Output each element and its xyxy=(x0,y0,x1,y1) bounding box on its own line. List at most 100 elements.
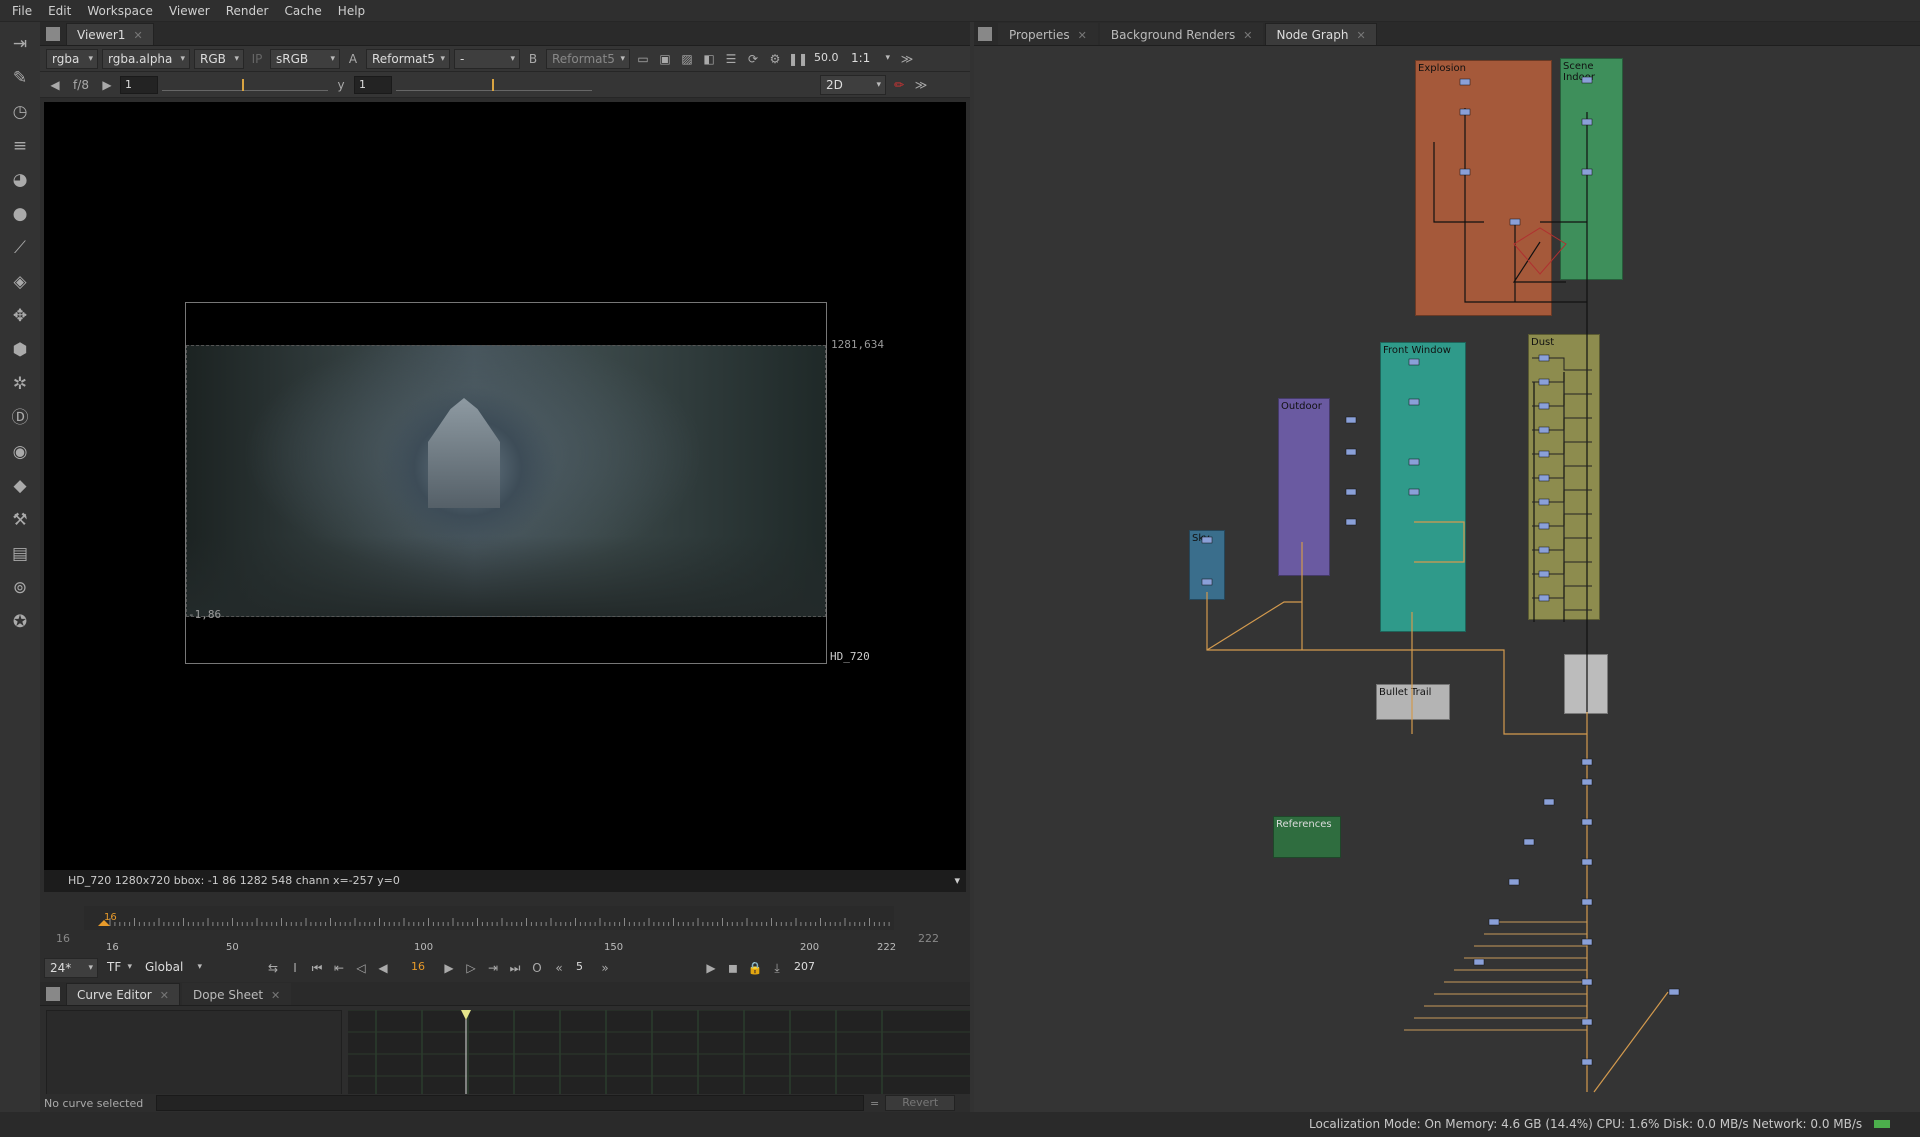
nuke-logo-icon[interactable]: ✪ xyxy=(8,610,32,634)
tab-curve-editor[interactable]: Curve Editor ✕ xyxy=(66,983,180,1005)
lut-dropdown[interactable]: sRGB xyxy=(270,48,340,69)
expand2-icon[interactable]: ≫ xyxy=(912,76,930,94)
flipbook-icon[interactable]: ▶ xyxy=(702,959,720,977)
list-icon[interactable]: ☰ xyxy=(722,50,740,68)
views-icon[interactable]: ◉ xyxy=(8,440,32,464)
draw-icon[interactable]: ✎ xyxy=(8,66,32,90)
scatter-node[interactable] xyxy=(1513,227,1567,275)
loop-icon[interactable]: ⇆ xyxy=(264,959,282,977)
next-keyframe-icon[interactable]: ⇥ xyxy=(484,959,502,977)
pause-icon[interactable]: ❚❚ xyxy=(788,50,808,68)
menu-help[interactable]: Help xyxy=(330,4,373,18)
menu-cache[interactable]: Cache xyxy=(276,4,329,18)
play-backward-icon[interactable]: ◀ xyxy=(374,959,392,977)
fstop-left-icon[interactable]: ◀ xyxy=(46,76,64,94)
tab-dope-sheet[interactable]: Dope Sheet ✕ xyxy=(181,983,292,1005)
blend-dropdown[interactable]: - xyxy=(454,48,520,69)
gamma-slider-handle[interactable] xyxy=(492,78,494,91)
timeline-start[interactable]: 16 xyxy=(56,932,70,945)
gamma-field[interactable]: 1 xyxy=(354,75,392,94)
prev-frame-icon[interactable]: ◁ xyxy=(352,959,370,977)
tab-viewer1[interactable]: Viewer1 ✕ xyxy=(66,23,154,45)
ip-toggle[interactable]: IP xyxy=(248,50,266,68)
ratio-dropdown[interactable]: 1:1 xyxy=(846,49,894,69)
region-icon[interactable]: ▣ xyxy=(656,50,674,68)
particles-icon[interactable]: ✲ xyxy=(8,372,32,396)
next-frame-icon[interactable]: ▷ xyxy=(462,959,480,977)
image-icon[interactable]: ⇥ xyxy=(8,32,32,56)
filter-icon[interactable]: ● xyxy=(8,202,32,226)
other-icon[interactable]: ▤ xyxy=(8,542,32,566)
paint-icon[interactable]: ✏ xyxy=(890,76,908,94)
node xyxy=(1523,838,1535,846)
lock-icon[interactable]: 🔒 xyxy=(746,959,764,977)
menu-viewer[interactable]: Viewer xyxy=(161,4,218,18)
gain-field[interactable]: 1 xyxy=(120,75,158,94)
menu-edit[interactable]: Edit xyxy=(40,4,79,18)
last-frame-field[interactable]: 207 xyxy=(790,959,830,977)
furnace-icon[interactable]: ⊚ xyxy=(8,576,32,600)
channels-dropdown[interactable]: rgba xyxy=(46,48,98,69)
export-icon[interactable]: ⤓ xyxy=(768,959,786,977)
transform-icon[interactable]: ✥ xyxy=(8,304,32,328)
metadata-icon[interactable]: ◆ xyxy=(8,474,32,498)
last-frame-icon[interactable]: ⏭ xyxy=(506,959,524,977)
gamma-slider[interactable] xyxy=(396,78,592,91)
b-input-dropdown[interactable]: Reformat5 xyxy=(546,48,630,69)
expression-field[interactable] xyxy=(156,1095,864,1111)
tf-dropdown[interactable]: TF xyxy=(102,958,136,978)
zoom-field[interactable]: 50.0 xyxy=(810,50,842,68)
info-dropdown-icon[interactable]: ▾ xyxy=(954,870,960,892)
prev-keyframe-icon[interactable]: ⇤ xyxy=(330,959,348,977)
status-text: Localization Mode: On Memory: 4.6 GB (14… xyxy=(1309,1117,1863,1131)
in-point-icon[interactable]: I xyxy=(286,959,304,977)
viewer-pane: Viewer1 ✕ rgba rgba.alpha RGB IP sRGB A R… xyxy=(40,22,970,1112)
settings-icon[interactable]: ⚙ xyxy=(766,50,784,68)
timeline-end[interactable]: 222 xyxy=(918,932,939,945)
node xyxy=(1581,978,1593,986)
gain-slider-handle[interactable] xyxy=(242,78,244,91)
fstop-right-icon[interactable]: ▶ xyxy=(98,76,116,94)
out-point-icon[interactable]: O xyxy=(528,959,546,977)
node xyxy=(1581,168,1593,176)
color-icon[interactable]: ◕ xyxy=(8,168,32,192)
refresh-icon[interactable]: ⟳ xyxy=(744,50,762,68)
expand-icon[interactable]: ≫ xyxy=(898,50,916,68)
menu-file[interactable]: File xyxy=(4,4,40,18)
global-dropdown[interactable]: Global xyxy=(140,958,206,978)
viewer-canvas[interactable]: 1281,634 -1,86 HD_720 xyxy=(44,102,966,870)
fps-dropdown[interactable]: 24* xyxy=(44,958,98,978)
alpha-dropdown[interactable]: rgba.alpha xyxy=(102,48,190,69)
first-frame-icon[interactable]: ⏮ xyxy=(308,959,326,977)
close-icon[interactable]: ✕ xyxy=(271,989,280,1002)
close-icon[interactable]: ✕ xyxy=(160,989,169,1002)
merge-icon[interactable]: ◈ xyxy=(8,270,32,294)
view-mode-dropdown[interactable]: 2D xyxy=(820,74,886,95)
step-forward-icon[interactable]: » xyxy=(596,959,614,977)
overlay-icon[interactable]: ◧ xyxy=(700,50,718,68)
time-icon[interactable]: ◷ xyxy=(8,100,32,124)
a-input-dropdown[interactable]: Reformat5 xyxy=(366,48,450,69)
step-field[interactable]: 5 xyxy=(572,959,592,977)
colorspace-dropdown[interactable]: RGB xyxy=(194,48,244,69)
revert-button[interactable]: Revert xyxy=(885,1095,956,1111)
current-frame-field[interactable]: 16 xyxy=(396,959,436,977)
3d-icon[interactable]: ⬢ xyxy=(8,338,32,362)
close-icon[interactable]: ✕ xyxy=(133,29,142,42)
pane-menu-icon[interactable] xyxy=(46,27,60,41)
stripe-icon[interactable]: ▨ xyxy=(678,50,696,68)
menu-workspace[interactable]: Workspace xyxy=(79,4,161,18)
keyer-icon[interactable]: ⟋ xyxy=(8,236,32,260)
record-icon[interactable]: ◼ xyxy=(724,959,742,977)
pane-menu-icon[interactable] xyxy=(46,987,60,1001)
toolsets-icon[interactable]: ⚒ xyxy=(8,508,32,532)
channel-icon[interactable]: ≡ xyxy=(8,134,32,158)
roi-icon[interactable]: ▭ xyxy=(634,50,652,68)
node xyxy=(1345,518,1357,526)
menu-render[interactable]: Render xyxy=(218,4,277,18)
gain-slider[interactable] xyxy=(162,78,328,91)
step-back-icon[interactable]: « xyxy=(550,959,568,977)
deep-icon[interactable]: Ⓓ xyxy=(8,406,32,430)
frame-slider[interactable] xyxy=(84,906,894,930)
play-forward-icon[interactable]: ▶ xyxy=(440,959,458,977)
